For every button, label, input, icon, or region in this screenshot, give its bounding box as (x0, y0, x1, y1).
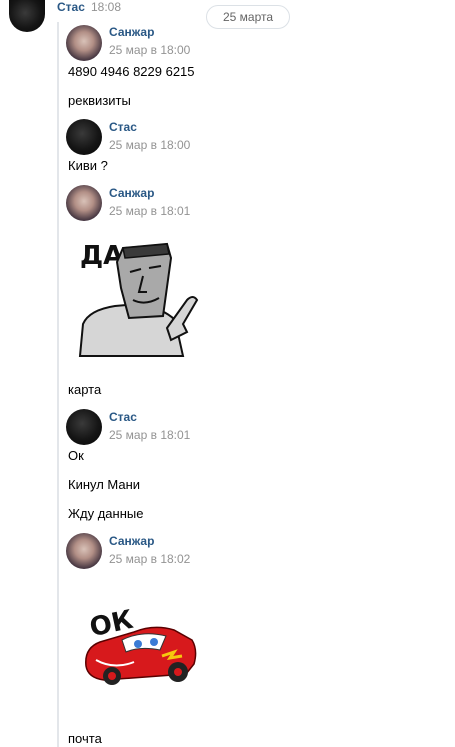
message-text: реквизиты (68, 93, 131, 108)
sender-name[interactable]: Санжар (109, 186, 154, 200)
message-text: Ок (68, 448, 84, 463)
sender-name[interactable]: Стас (109, 410, 137, 424)
avatar[interactable] (9, 0, 45, 32)
message-timestamp: 25 мар в 18:00 (109, 138, 191, 152)
message-timestamp: 25 мар в 18:00 (109, 43, 191, 57)
message-text: Жду данные (68, 506, 144, 521)
date-separator: 25 марта (206, 5, 290, 29)
message-text: Киви ? (68, 158, 108, 173)
avatar[interactable] (66, 533, 102, 569)
header-time: 18:08 (91, 0, 122, 14)
red-race-car-sticker[interactable]: ОК (82, 600, 200, 686)
thread-line (57, 22, 59, 747)
message-timestamp: 25 мар в 18:01 (109, 204, 191, 218)
header-sender-name[interactable]: Стас (57, 0, 85, 14)
message-timestamp: 25 мар в 18:01 (109, 428, 191, 442)
sender-name[interactable]: Санжар (109, 534, 154, 548)
avatar[interactable] (66, 25, 102, 61)
sender-name[interactable]: Стас (109, 120, 137, 134)
message-text: 4890 4946 8229 6215 (68, 64, 195, 79)
message-timestamp: 25 мар в 18:02 (109, 552, 191, 566)
avatar[interactable] (66, 409, 102, 445)
moai-pointing-sticker[interactable]: ДА (75, 228, 205, 360)
message-text: карта (68, 382, 102, 397)
message-text: Кинул Мани (68, 477, 141, 492)
message-text: почта (68, 731, 102, 746)
sender-name[interactable]: Санжар (109, 25, 154, 39)
avatar[interactable] (66, 119, 102, 155)
avatar[interactable] (66, 185, 102, 221)
